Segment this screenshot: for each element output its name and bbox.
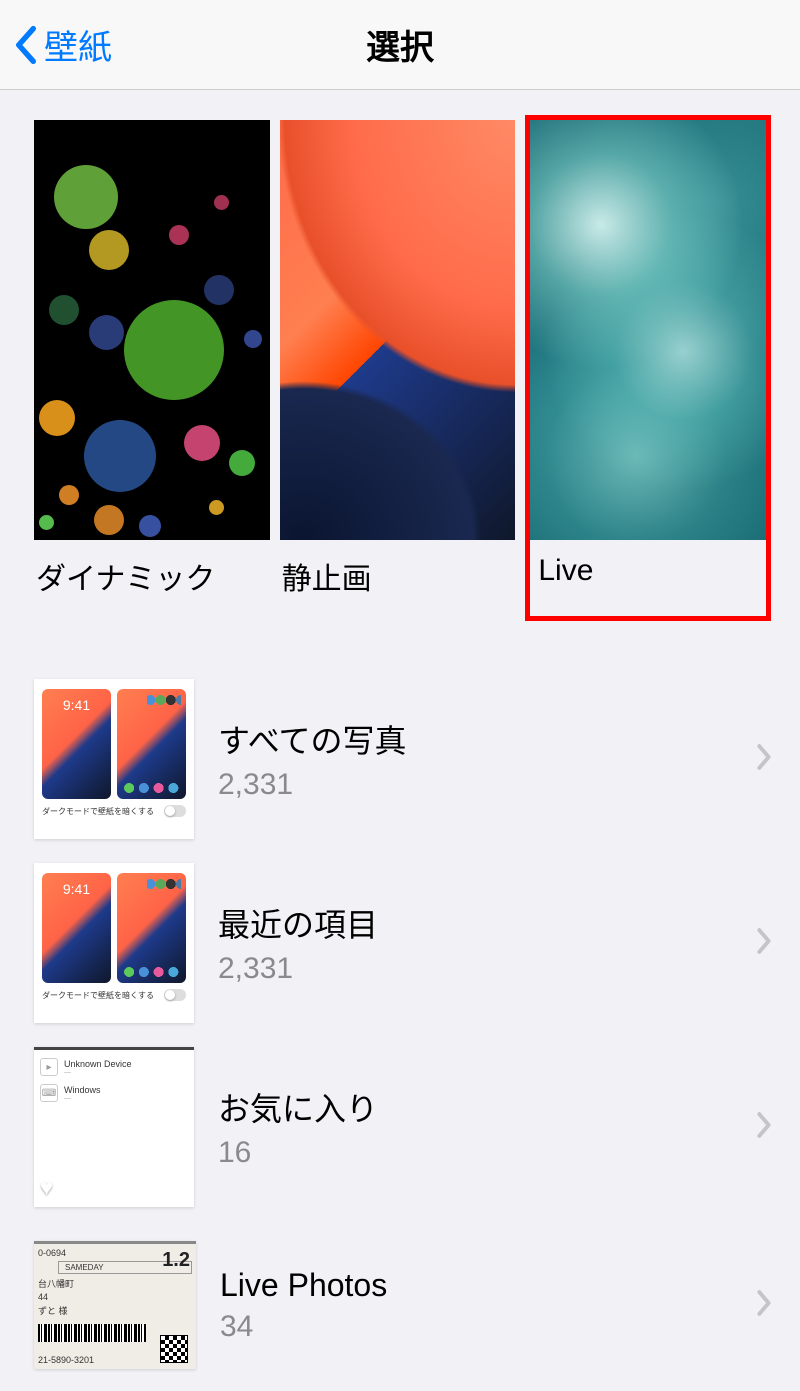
- album-count: 2,331: [218, 952, 756, 986]
- album-info: お気に入り 16: [194, 1084, 756, 1170]
- back-label: 壁紙: [44, 20, 112, 69]
- album-count: 34: [220, 1310, 756, 1344]
- navigation-header: 壁紙 選択: [0, 0, 800, 90]
- chevron-right-icon: [756, 743, 772, 776]
- album-recents[interactable]: ダークモードで壁紙を暗くする 最近の項目 2,331: [0, 851, 800, 1035]
- category-dynamic-label: ダイナミック: [34, 554, 270, 598]
- category-dynamic-thumb: [34, 120, 270, 540]
- category-live-label: Live: [530, 554, 766, 588]
- album-all-photos-thumb: ダークモードで壁紙を暗くする: [34, 679, 194, 839]
- album-list: ダークモードで壁紙を暗くする すべての写真 2,331 ダークモードで壁紙を暗く…: [0, 667, 800, 1391]
- album-all-photos[interactable]: ダークモードで壁紙を暗くする すべての写真 2,331: [0, 667, 800, 851]
- album-info: すべての写真 2,331: [194, 716, 756, 802]
- album-count: 2,331: [218, 768, 756, 802]
- back-button[interactable]: 壁紙: [0, 20, 112, 69]
- wallpaper-categories: ダイナミック 静止画 Live: [0, 90, 800, 621]
- album-favorites-thumb: ▸Unknown Device— ⌨Windows— ♥: [34, 1047, 194, 1207]
- category-stills-thumb: [280, 120, 516, 540]
- album-favorites[interactable]: ▸Unknown Device— ⌨Windows— ♥ お気に入り 16: [0, 1035, 800, 1219]
- category-stills[interactable]: 静止画: [280, 120, 516, 621]
- category-dynamic[interactable]: ダイナミック: [34, 120, 270, 621]
- album-live-photos-thumb: 1.2 0-0694 SAMEDAY 台八幡町 44 ずと 様 21-5890-…: [34, 1241, 196, 1369]
- album-count: 16: [218, 1136, 756, 1170]
- chevron-left-icon: [14, 25, 38, 65]
- category-live-thumb: [530, 120, 766, 540]
- chevron-right-icon: [756, 927, 772, 960]
- category-stills-label: 静止画: [280, 554, 516, 598]
- chevron-right-icon: [756, 1111, 772, 1144]
- album-title: 最近の項目: [218, 900, 756, 946]
- album-recents-thumb: ダークモードで壁紙を暗くする: [34, 863, 194, 1023]
- album-title: お気に入り: [218, 1084, 756, 1130]
- album-title: Live Photos: [220, 1267, 756, 1304]
- album-info: 最近の項目 2,331: [194, 900, 756, 986]
- chevron-right-icon: [756, 1289, 772, 1322]
- album-info: Live Photos 34: [196, 1267, 756, 1344]
- page-title: 選択: [366, 20, 434, 69]
- category-live[interactable]: Live: [525, 115, 771, 621]
- heart-icon: ♥: [40, 1175, 53, 1201]
- album-title: すべての写真: [218, 716, 756, 762]
- album-live-photos[interactable]: 1.2 0-0694 SAMEDAY 台八幡町 44 ずと 様 21-5890-…: [0, 1219, 800, 1391]
